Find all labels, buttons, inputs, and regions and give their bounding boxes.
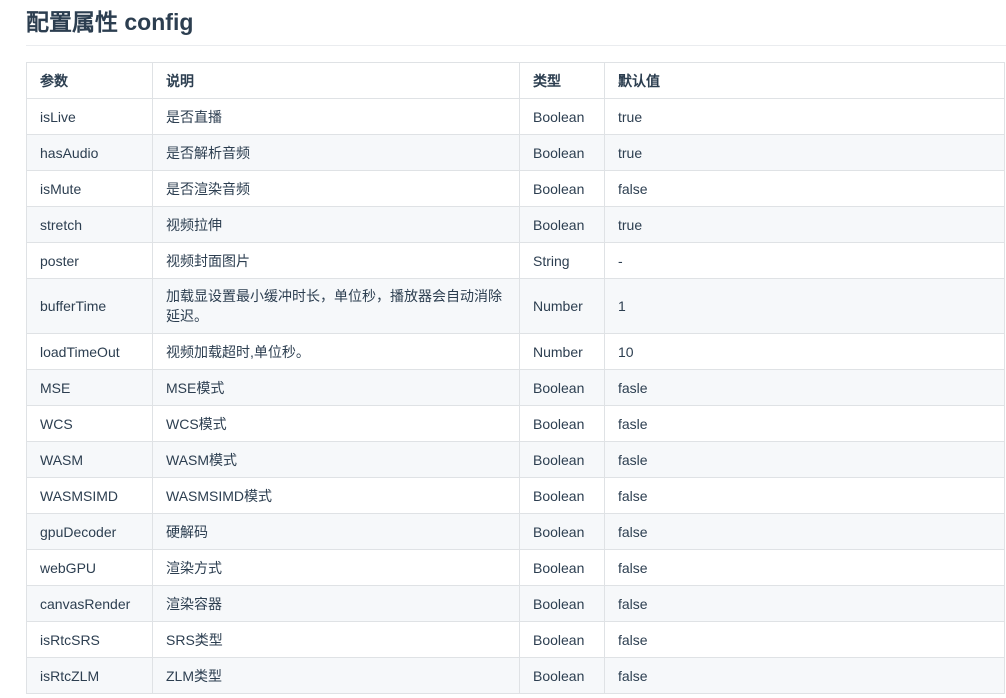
table-row: stretch视频拉伸Booleantrue <box>27 207 1005 243</box>
cell-default: false <box>605 586 1005 622</box>
cell-param: hasAudio <box>27 135 153 171</box>
cell-type: Boolean <box>520 442 605 478</box>
cell-param: WCS <box>27 406 153 442</box>
cell-type: Boolean <box>520 207 605 243</box>
cell-param: poster <box>27 243 153 279</box>
cell-desc: WCS模式 <box>153 406 520 442</box>
cell-param: loadTimeOut <box>27 334 153 370</box>
table-row: gpuDecoder硬解码Booleanfalse <box>27 514 1005 550</box>
cell-desc: 渲染方式 <box>153 550 520 586</box>
table-row: webGPU渲染方式Booleanfalse <box>27 550 1005 586</box>
cell-desc: 是否渲染音频 <box>153 171 520 207</box>
table-row: isLive是否直播Booleantrue <box>27 99 1005 135</box>
cell-default: false <box>605 550 1005 586</box>
table-row: canvasRender渲染容器Booleanfalse <box>27 586 1005 622</box>
cell-default: true <box>605 207 1005 243</box>
cell-type: Boolean <box>520 370 605 406</box>
cell-default: - <box>605 243 1005 279</box>
cell-default: true <box>605 135 1005 171</box>
table-header: 参数 说明 类型 默认值 <box>27 63 1005 99</box>
cell-desc: 硬解码 <box>153 514 520 550</box>
cell-param: canvasRender <box>27 586 153 622</box>
cell-type: Number <box>520 279 605 334</box>
cell-param: WASM <box>27 442 153 478</box>
table-row: isMute是否渲染音频Booleanfalse <box>27 171 1005 207</box>
page-title: 配置属性 config <box>26 4 193 40</box>
cell-type: Boolean <box>520 658 605 694</box>
table-row: hasAudio是否解析音频Booleantrue <box>27 135 1005 171</box>
cell-type: Boolean <box>520 135 605 171</box>
cell-default: false <box>605 514 1005 550</box>
header-type: 类型 <box>520 63 605 99</box>
cell-default: false <box>605 171 1005 207</box>
cell-type: Boolean <box>520 406 605 442</box>
cell-type: Boolean <box>520 586 605 622</box>
cell-desc: 加载显设置最小缓冲时长，单位秒，播放器会自动消除延迟。 <box>153 279 520 334</box>
cell-desc: 视频加载超时,单位秒。 <box>153 334 520 370</box>
cell-desc: MSE模式 <box>153 370 520 406</box>
cell-param: bufferTime <box>27 279 153 334</box>
cell-default: fasle <box>605 442 1005 478</box>
divider <box>26 45 1006 46</box>
cell-default: true <box>605 99 1005 135</box>
cell-type: Boolean <box>520 514 605 550</box>
cell-default: false <box>605 658 1005 694</box>
cell-type: Boolean <box>520 622 605 658</box>
cell-default: fasle <box>605 370 1005 406</box>
cell-param: MSE <box>27 370 153 406</box>
cell-default: 10 <box>605 334 1005 370</box>
table-row: WCSWCS模式Booleanfasle <box>27 406 1005 442</box>
cell-default: false <box>605 622 1005 658</box>
table-row: loadTimeOut视频加载超时,单位秒。Number10 <box>27 334 1005 370</box>
cell-param: isLive <box>27 99 153 135</box>
table-row: WASMWASM模式Booleanfasle <box>27 442 1005 478</box>
cell-type: Boolean <box>520 99 605 135</box>
cell-param: stretch <box>27 207 153 243</box>
cell-desc: WASM模式 <box>153 442 520 478</box>
table-row: MSEMSE模式Booleanfasle <box>27 370 1005 406</box>
cell-param: isRtcZLM <box>27 658 153 694</box>
cell-desc: ZLM类型 <box>153 658 520 694</box>
cell-desc: SRS类型 <box>153 622 520 658</box>
table-row: bufferTime加载显设置最小缓冲时长，单位秒，播放器会自动消除延迟。Num… <box>27 279 1005 334</box>
cell-type: Boolean <box>520 478 605 514</box>
table-row: WASMSIMDWASMSIMD模式Booleanfalse <box>27 478 1005 514</box>
cell-param: webGPU <box>27 550 153 586</box>
config-table: 参数 说明 类型 默认值 isLive是否直播BooleantruehasAud… <box>26 62 1005 694</box>
cell-param: WASMSIMD <box>27 478 153 514</box>
cell-param: gpuDecoder <box>27 514 153 550</box>
cell-desc: 是否解析音频 <box>153 135 520 171</box>
cell-desc: 渲染容器 <box>153 586 520 622</box>
table-row: poster视频封面图片String- <box>27 243 1005 279</box>
cell-type: Number <box>520 334 605 370</box>
cell-param: isRtcSRS <box>27 622 153 658</box>
cell-param: isMute <box>27 171 153 207</box>
cell-type: Boolean <box>520 550 605 586</box>
cell-desc: WASMSIMD模式 <box>153 478 520 514</box>
cell-default: 1 <box>605 279 1005 334</box>
cell-desc: 视频封面图片 <box>153 243 520 279</box>
cell-type: String <box>520 243 605 279</box>
header-desc: 说明 <box>153 63 520 99</box>
header-param: 参数 <box>27 63 153 99</box>
table-row: isRtcZLMZLM类型Booleanfalse <box>27 658 1005 694</box>
cell-desc: 是否直播 <box>153 99 520 135</box>
table-row: isRtcSRSSRS类型Booleanfalse <box>27 622 1005 658</box>
cell-default: fasle <box>605 406 1005 442</box>
cell-desc: 视频拉伸 <box>153 207 520 243</box>
cell-type: Boolean <box>520 171 605 207</box>
header-default: 默认值 <box>605 63 1005 99</box>
cell-default: false <box>605 478 1005 514</box>
